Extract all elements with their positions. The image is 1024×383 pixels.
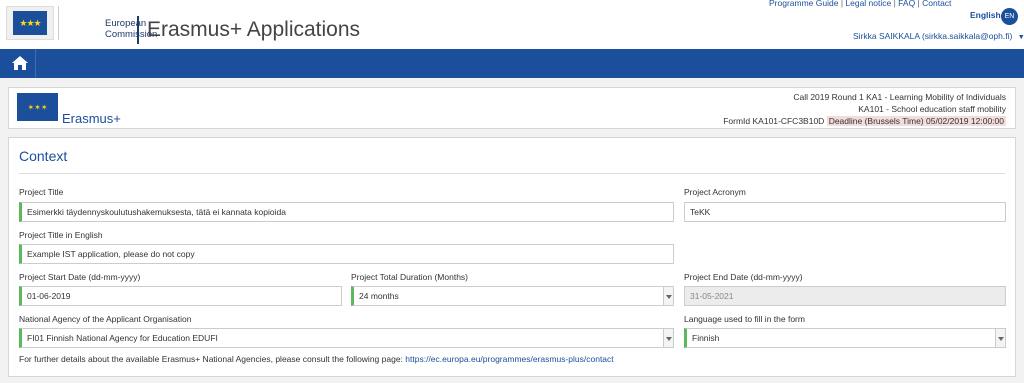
user-name: Sirkka SAIKKALA (sirkka.saikkala@oph.fi) [853, 31, 1013, 41]
section-title: Context [19, 148, 68, 164]
contact-link[interactable]: Contact [922, 0, 951, 8]
form-language-select[interactable]: Finnish [684, 328, 1006, 348]
logo-divider [58, 6, 59, 40]
context-section: Context Project Title Esimerkki täydenny… [8, 137, 1016, 377]
project-acronym-label: Project Acronym [684, 187, 746, 197]
home-icon[interactable] [12, 56, 28, 70]
user-menu[interactable]: Sirkka SAIKKALA (sirkka.saikkala@oph.fi)… [853, 31, 1024, 41]
end-date-input: 31-05-2021 [684, 286, 1006, 306]
national-agency-value: FI01 Finnish National Agency for Educati… [27, 333, 218, 343]
action-label: KA1 - Learning Mobility of Individuals [866, 92, 1006, 102]
start-date-input[interactable]: 01-06-2019 [19, 286, 342, 306]
eu-flag-icon: ★★★ [6, 6, 54, 40]
national-agency-label: National Agency of the Applicant Organis… [19, 314, 192, 324]
chevron-down-icon[interactable] [663, 287, 673, 305]
note-text: For further details about the available … [19, 354, 403, 364]
european-commission-logo[interactable]: ★★★ [6, 6, 59, 40]
chevron-down-icon[interactable] [995, 329, 1005, 347]
duration-value: 24 months [359, 291, 399, 301]
project-acronym-input[interactable]: TeKK [684, 202, 1006, 222]
title-divider [137, 16, 139, 44]
chevron-down-icon[interactable] [663, 329, 673, 347]
deadline: Deadline (Brussels Time) 05/02/2019 12:0… [826, 116, 1006, 126]
end-date-label: Project End Date (dd-mm-yyyy) [684, 272, 803, 282]
section-divider [19, 173, 1005, 174]
form-id: FormId KA101-CFC3B10D [723, 116, 825, 126]
top-header: ★★★ European Commission Erasmus+ Applica… [0, 0, 1024, 49]
application-info-panel: ✶✶✶ Erasmus+ Call 2019 Round 1 KA1 - Lea… [8, 87, 1016, 129]
round-label: Round 1 [831, 92, 864, 102]
form-language-value: Finnish [692, 333, 720, 343]
national-agencies-link[interactable]: https://ec.europa.eu/programmes/erasmus-… [405, 354, 613, 364]
duration-label: Project Total Duration (Months) [351, 272, 469, 282]
project-title-english-label: Project Title in English [19, 230, 103, 240]
programme-guide-link[interactable]: Programme Guide [769, 0, 838, 8]
form-language-label: Language used to fill in the form [684, 314, 805, 324]
top-links: Programme Guide | Legal notice | FAQ | C… [769, 0, 952, 8]
project-title-input[interactable]: Esimerkki täydennyskoulutushakemuksesta,… [19, 202, 674, 222]
national-agency-select[interactable]: FI01 Finnish National Agency for Educati… [19, 328, 674, 348]
project-title-english-input[interactable]: Example IST application, please do not c… [19, 244, 674, 264]
app-title: Erasmus+ Applications [147, 18, 361, 41]
national-agencies-note: For further details about the available … [19, 354, 614, 364]
main-navbar [0, 49, 1024, 78]
language-code-badge[interactable]: EN [1001, 8, 1018, 25]
language-selector[interactable]: English [970, 10, 1001, 20]
call-details: Call 2019 Round 1 KA1 - Learning Mobilit… [723, 91, 1006, 127]
call-label: Call 2019 [793, 92, 830, 102]
chevron-down-icon: ▼ [1017, 34, 1024, 41]
duration-select[interactable]: 24 months [351, 286, 674, 306]
faq-link[interactable]: FAQ [898, 0, 915, 8]
start-date-label: Project Start Date (dd-mm-yyyy) [19, 272, 141, 282]
erasmus-brand: Erasmus+ [62, 111, 121, 126]
nav-divider [35, 49, 36, 78]
erasmus-flag-icon: ✶✶✶ [17, 93, 58, 121]
legal-notice-link[interactable]: Legal notice [845, 0, 891, 8]
subaction-label: KA101 - School education staff mobility [858, 104, 1006, 114]
project-title-label: Project Title [19, 187, 64, 197]
